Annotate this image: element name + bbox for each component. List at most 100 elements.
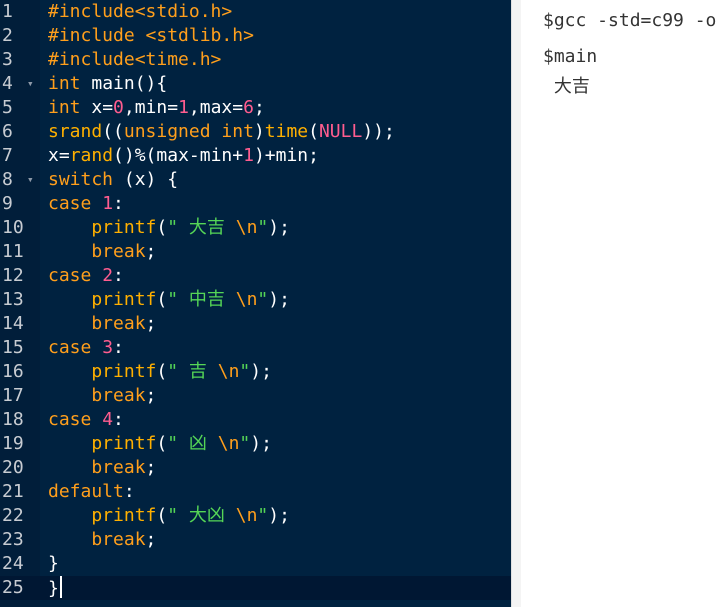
gutter-cell: 7 — [0, 144, 40, 168]
gutter-cell: 10 — [0, 216, 40, 240]
code-line[interactable]: 10 printf(" 大吉 \n"); — [0, 216, 511, 240]
line-number: 1 — [2, 1, 13, 22]
code-line[interactable]: 6 srand((unsigned int)time(NULL)); — [0, 120, 511, 144]
code-token: " 吉 — [167, 361, 218, 382]
code-line[interactable]: 15 case 3: — [0, 336, 511, 360]
code-token: break — [48, 313, 146, 334]
line-number: 14 — [2, 313, 24, 334]
code-token: (( — [102, 121, 124, 142]
code-text: } — [48, 552, 59, 576]
code-line[interactable]: 24} — [0, 552, 511, 576]
gutter-cell: 25 — [0, 576, 40, 600]
code-token: time — [264, 121, 309, 142]
code-line[interactable]: 18 case 4: — [0, 408, 511, 432]
code-token: \n — [217, 433, 240, 454]
code-text: x=rand()%(max-min+1)+min; — [48, 144, 319, 168]
line-number: 25 — [2, 577, 24, 598]
code-token: break — [48, 241, 146, 262]
code-line[interactable]: 12 case 2: — [0, 264, 511, 288]
code-line[interactable]: 11 break; — [0, 240, 511, 264]
code-text: default: — [48, 480, 135, 504]
code-text: break; — [48, 456, 156, 480]
code-token: 1 — [243, 145, 254, 166]
code-token: main(){ — [80, 73, 168, 94]
code-token: 4 — [102, 409, 114, 430]
gutter-cell: 13 — [0, 288, 40, 312]
code-token: printf — [48, 361, 157, 382]
code-text: switch (x) { — [48, 168, 178, 192]
code-token: printf — [48, 433, 157, 454]
code-token: #include<stdio.h> — [48, 1, 233, 22]
line-number: 20 — [2, 457, 24, 478]
code-line[interactable]: 19 printf(" 凶 \n"); — [0, 432, 511, 456]
code-line[interactable]: 22 printf(" 大凶 \n"); — [0, 504, 511, 528]
code-line[interactable]: 3 #include<time.h> — [0, 48, 511, 72]
code-token: \n — [235, 505, 258, 526]
gutter-cell: 18 — [0, 408, 40, 432]
code-text: srand((unsigned int)time(NULL)); — [48, 120, 395, 144]
code-token: ); — [268, 505, 290, 526]
code-token: \n — [235, 217, 258, 238]
code-line[interactable]: 4 ▾ int main(){ — [0, 72, 511, 96]
code-token: 6 — [243, 97, 254, 118]
gutter-cell: 19 — [0, 432, 40, 456]
code-text: #include<stdio.h> — [48, 0, 232, 24]
code-text: #include<time.h> — [48, 48, 221, 72]
code-text: break; — [48, 240, 156, 264]
line-number: 5 — [2, 97, 13, 118]
line-number: 22 — [2, 505, 24, 526]
line-number: 21 — [2, 481, 24, 502]
fold-arrow-icon[interactable]: ▾ — [27, 168, 34, 192]
line-number: 9 — [2, 193, 13, 214]
gutter-cell: 16 — [0, 360, 40, 384]
code-token: ( — [156, 361, 168, 382]
pane-divider[interactable] — [511, 0, 521, 607]
code-text: printf(" 中吉 \n"); — [48, 288, 290, 312]
gutter-cell: 5 — [0, 96, 40, 120]
code-token: : — [123, 481, 135, 502]
code-line[interactable]: 9 case 1: — [0, 192, 511, 216]
code-text: int x=0,min=1,max=6; — [48, 96, 265, 120]
code-text: break; — [48, 384, 156, 408]
gutter-cell: 15 — [0, 336, 40, 360]
code-token: : — [113, 409, 124, 430]
code-line[interactable]: 5 int x=0,min=1,max=6; — [0, 96, 511, 120]
code-line[interactable]: 14 break; — [0, 312, 511, 336]
code-text: printf(" 凶 \n"); — [48, 432, 272, 456]
gutter-cell: 17 — [0, 384, 40, 408]
code-line[interactable]: 23 break; — [0, 528, 511, 552]
code-line[interactable]: 21 default: — [0, 480, 511, 504]
code-line[interactable]: 13 printf(" 中吉 \n"); — [0, 288, 511, 312]
gutter-cell: 20 — [0, 456, 40, 480]
line-number: 15 — [2, 337, 24, 358]
line-number: 16 — [2, 361, 24, 382]
code-token: ); — [268, 217, 290, 238]
code-editor[interactable]: 1 #include<stdio.h> 2 #include <stdlib.h> 3 #… — [0, 0, 511, 607]
code-line[interactable]: 25} — [0, 576, 511, 600]
code-token: x= — [48, 145, 70, 166]
code-token: )); — [362, 121, 395, 142]
code-token: NULL — [318, 121, 363, 142]
output-line: $main — [543, 46, 598, 67]
code-token: printf — [48, 505, 157, 526]
code-text: case 3: — [48, 336, 124, 360]
gutter-cell: 8 ▾ — [0, 168, 40, 192]
code-line[interactable]: 2 #include <stdlib.h> — [0, 24, 511, 48]
gutter-cell: 9 — [0, 192, 40, 216]
code-line[interactable]: 17 break; — [0, 384, 511, 408]
code-line[interactable]: 20 break; — [0, 456, 511, 480]
code-line[interactable]: 7 x=rand()%(max-min+1)+min; — [0, 144, 511, 168]
fold-arrow-icon[interactable]: ▾ — [27, 72, 34, 96]
code-token: int — [48, 73, 81, 94]
code-token: break — [48, 385, 146, 406]
code-line[interactable]: 1 #include<stdio.h> — [0, 0, 511, 24]
code-line[interactable]: 16 printf(" 吉 \n"); — [0, 360, 511, 384]
code-token: 2 — [102, 265, 114, 286]
line-number: 2 — [2, 25, 13, 46]
code-line[interactable]: 8 ▾ switch (x) { — [0, 168, 511, 192]
code-token: ()%(max-min+ — [113, 145, 244, 166]
code-token: " — [257, 505, 269, 526]
code-token: int — [48, 97, 81, 118]
